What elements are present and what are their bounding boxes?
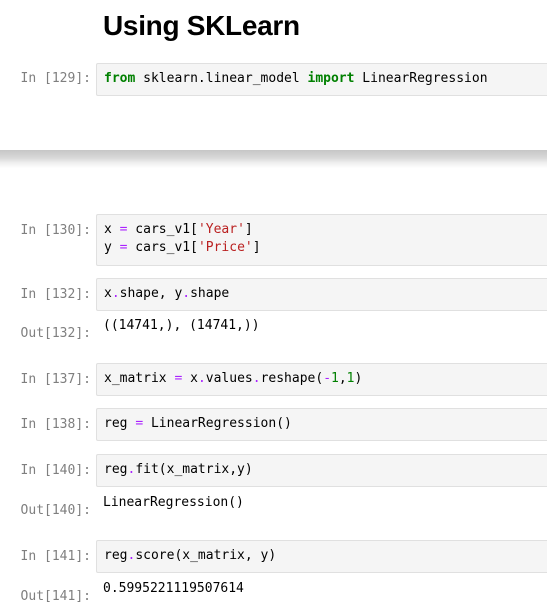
code-cell-input[interactable]: x = cars_v1['Year'] y = cars_v1['Price']	[96, 214, 547, 266]
markdown-heading: Using SKLearn	[103, 10, 300, 41]
code-token: from	[104, 71, 136, 86]
cell-output: ((14741,), (14741,))	[103, 318, 260, 333]
code-token: .	[197, 371, 206, 386]
code-token: ]	[252, 240, 261, 255]
code-line: reg.fit(x_matrix,y)	[104, 461, 547, 479]
code-token: values	[205, 371, 253, 386]
in-prompt: In [130]:	[20, 223, 91, 238]
code-token: reg	[104, 416, 136, 431]
code-token: fit(x_matrix,y)	[135, 462, 253, 477]
in-prompt: In [141]:	[20, 549, 91, 564]
code-token: import	[307, 71, 355, 86]
code-line: y = cars_v1['Price']	[104, 239, 547, 257]
code-line: reg.score(x_matrix, y)	[104, 547, 547, 565]
code-token: .	[252, 371, 261, 386]
code-line: reg = LinearRegression()	[104, 415, 547, 433]
code-token: shape	[190, 286, 230, 301]
in-prompt: In [140]:	[20, 463, 91, 478]
out-prompt: Out[132]:	[20, 326, 91, 341]
code-token: score(x_matrix, y)	[135, 548, 277, 563]
cell-output: LinearRegression()	[103, 495, 244, 510]
code-token: ,	[338, 371, 347, 386]
code-token: reg	[104, 462, 128, 477]
code-token: reg	[104, 548, 128, 563]
code-token: x	[104, 286, 112, 301]
code-token: ]	[244, 222, 253, 237]
code-token: =	[135, 416, 144, 431]
code-token: x	[104, 222, 120, 237]
code-token: reshape(	[260, 371, 324, 386]
code-token: y	[104, 240, 120, 255]
code-token: shape, y	[119, 286, 183, 301]
code-token: -	[323, 371, 332, 386]
code-line: x.shape, y.shape	[104, 285, 547, 303]
code-token: 'Year'	[197, 222, 245, 237]
code-token: 1	[331, 371, 339, 386]
cell-output: 0.5995221119507614	[103, 581, 244, 596]
code-token: 'Price'	[197, 240, 253, 255]
code-line: from sklearn.linear_model import LinearR…	[104, 70, 547, 88]
code-line: x = cars_v1['Year']	[104, 221, 547, 239]
code-token: .	[111, 286, 120, 301]
in-prompt: In [138]:	[20, 417, 91, 432]
code-cell-input[interactable]: reg.fit(x_matrix,y)	[96, 454, 547, 487]
code-cell-input[interactable]: x.shape, y.shape	[96, 278, 547, 311]
code-line: x_matrix = x.values.reshape(-1,1)	[104, 370, 547, 388]
code-token: x	[182, 371, 198, 386]
out-prompt: Out[140]:	[20, 503, 91, 518]
in-prompt: In [132]:	[20, 287, 91, 302]
code-cell-input[interactable]: reg = LinearRegression()	[96, 408, 547, 441]
code-cell-input[interactable]: reg.score(x_matrix, y)	[96, 540, 547, 573]
section-divider	[0, 150, 547, 168]
code-token: )	[354, 371, 363, 386]
code-token: LinearRegression	[354, 71, 488, 86]
code-token: .	[182, 286, 191, 301]
in-prompt: In [129]:	[20, 71, 91, 86]
in-prompt: In [137]:	[20, 372, 91, 387]
code-token: 1	[346, 371, 355, 386]
code-cell-input[interactable]: x_matrix = x.values.reshape(-1,1)	[96, 363, 547, 396]
code-token: cars_v1[	[127, 222, 198, 237]
code-token: cars_v1[	[127, 240, 198, 255]
code-token: LinearRegression()	[143, 416, 292, 431]
code-token: sklearn.linear_model	[135, 71, 308, 86]
code-cell-input[interactable]: from sklearn.linear_model import LinearR…	[96, 63, 547, 96]
code-token: x_matrix	[104, 371, 175, 386]
out-prompt: Out[141]:	[20, 589, 91, 604]
